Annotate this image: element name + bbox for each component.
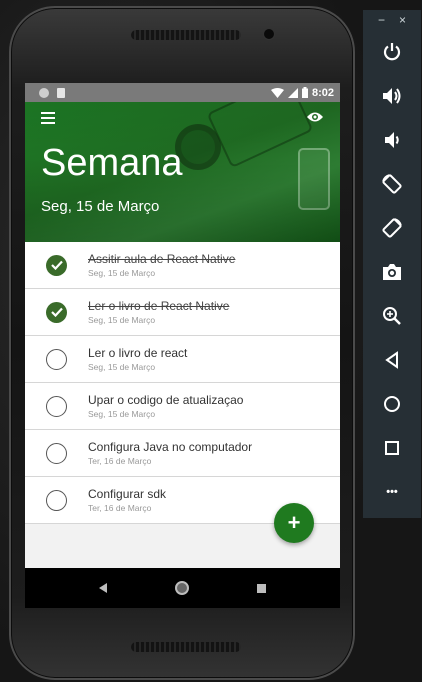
header-tablet-decoration [206, 102, 314, 169]
status-bar: 8:02 [25, 83, 340, 102]
zoom-button[interactable] [363, 294, 421, 338]
more-dots-icon: ••• [386, 486, 398, 498]
unchecked-circle-icon[interactable] [46, 442, 67, 464]
android-nav-bar [25, 568, 340, 608]
header-phone-decoration [298, 148, 330, 210]
power-icon [383, 43, 401, 61]
app-header: Semana Seg, 15 de Março [25, 102, 340, 242]
camera-icon [383, 264, 401, 280]
task-description: Upar o codigo de atualizaçao [88, 393, 244, 407]
add-task-button[interactable]: + [274, 503, 314, 543]
overview-button[interactable] [363, 426, 421, 470]
notification-icon [39, 87, 49, 98]
rotate-right-button[interactable] [363, 206, 421, 250]
overview-square-icon [385, 441, 399, 455]
rotate-right-icon [382, 218, 402, 238]
recent-apps-icon[interactable] [257, 583, 266, 593]
emulator-toolbar: − × ••• [363, 10, 421, 518]
back-triangle-icon [385, 351, 398, 369]
more-button[interactable]: ••• [363, 470, 421, 514]
checked-circle-icon[interactable] [46, 301, 67, 323]
bottom-speaker [131, 642, 241, 652]
task-row[interactable]: Ler o livro de react Seg, 15 de Março [25, 336, 340, 383]
unchecked-circle-icon[interactable] [46, 489, 67, 511]
task-row[interactable]: Assitir aula de React Native Seg, 15 de … [25, 242, 340, 289]
home-circle-icon [384, 396, 400, 412]
task-description: Ler o livro de react [88, 346, 188, 360]
task-date: Seg, 15 de Março [88, 362, 156, 372]
menu-icon[interactable] [41, 112, 55, 124]
power-button[interactable] [363, 30, 421, 74]
volume-up-icon [383, 88, 401, 104]
home-button[interactable] [363, 382, 421, 426]
task-description: Configurar sdk [88, 487, 167, 501]
checked-circle-icon[interactable] [46, 254, 67, 276]
back-button[interactable] [363, 338, 421, 382]
zoom-icon [383, 307, 401, 325]
back-icon[interactable] [99, 583, 107, 593]
close-button[interactable]: × [399, 13, 406, 27]
rotate-left-icon [382, 174, 402, 194]
page-title: Semana [41, 142, 183, 184]
task-list: Assitir aula de React Native Seg, 15 de … [25, 242, 340, 524]
volume-down-icon [385, 132, 399, 148]
app-screen: 8:02 Semana Seg, 15 de Março Assitir aul… [25, 83, 340, 608]
wifi-icon [270, 87, 284, 98]
task-row[interactable]: Upar o codigo de atualizaçao Seg, 15 de … [25, 383, 340, 430]
task-date: Seg, 15 de Março [88, 315, 156, 325]
signal-icon [287, 87, 298, 98]
unchecked-circle-icon[interactable] [46, 395, 67, 417]
front-camera [263, 28, 275, 40]
task-description: Ler o livro de React Native [88, 299, 230, 313]
unchecked-circle-icon[interactable] [46, 348, 67, 370]
page-date: Seg, 15 de Março [41, 198, 160, 215]
task-date: Seg, 15 de Março [88, 409, 156, 419]
volume-up-button[interactable] [363, 74, 421, 118]
minimize-button[interactable]: − [378, 13, 385, 27]
task-date: Ter, 16 de Março [88, 456, 152, 466]
home-icon[interactable] [175, 581, 189, 595]
task-description: Configura Java no computador [88, 440, 253, 454]
rotate-left-button[interactable] [363, 162, 421, 206]
eye-icon[interactable] [306, 111, 324, 123]
volume-down-button[interactable] [363, 118, 421, 162]
screenshot-button[interactable] [363, 250, 421, 294]
top-speaker [131, 30, 241, 40]
task-row[interactable]: Configura Java no computador Ter, 16 de … [25, 430, 340, 477]
task-date: Seg, 15 de Março [88, 268, 156, 278]
sd-card-icon [57, 87, 65, 98]
task-description: Assitir aula de React Native [88, 252, 236, 266]
task-row[interactable]: Ler o livro de React Native Seg, 15 de M… [25, 289, 340, 336]
status-time: 8:02 [311, 86, 334, 99]
task-date: Ter, 16 de Março [88, 503, 152, 513]
battery-icon [301, 87, 308, 98]
